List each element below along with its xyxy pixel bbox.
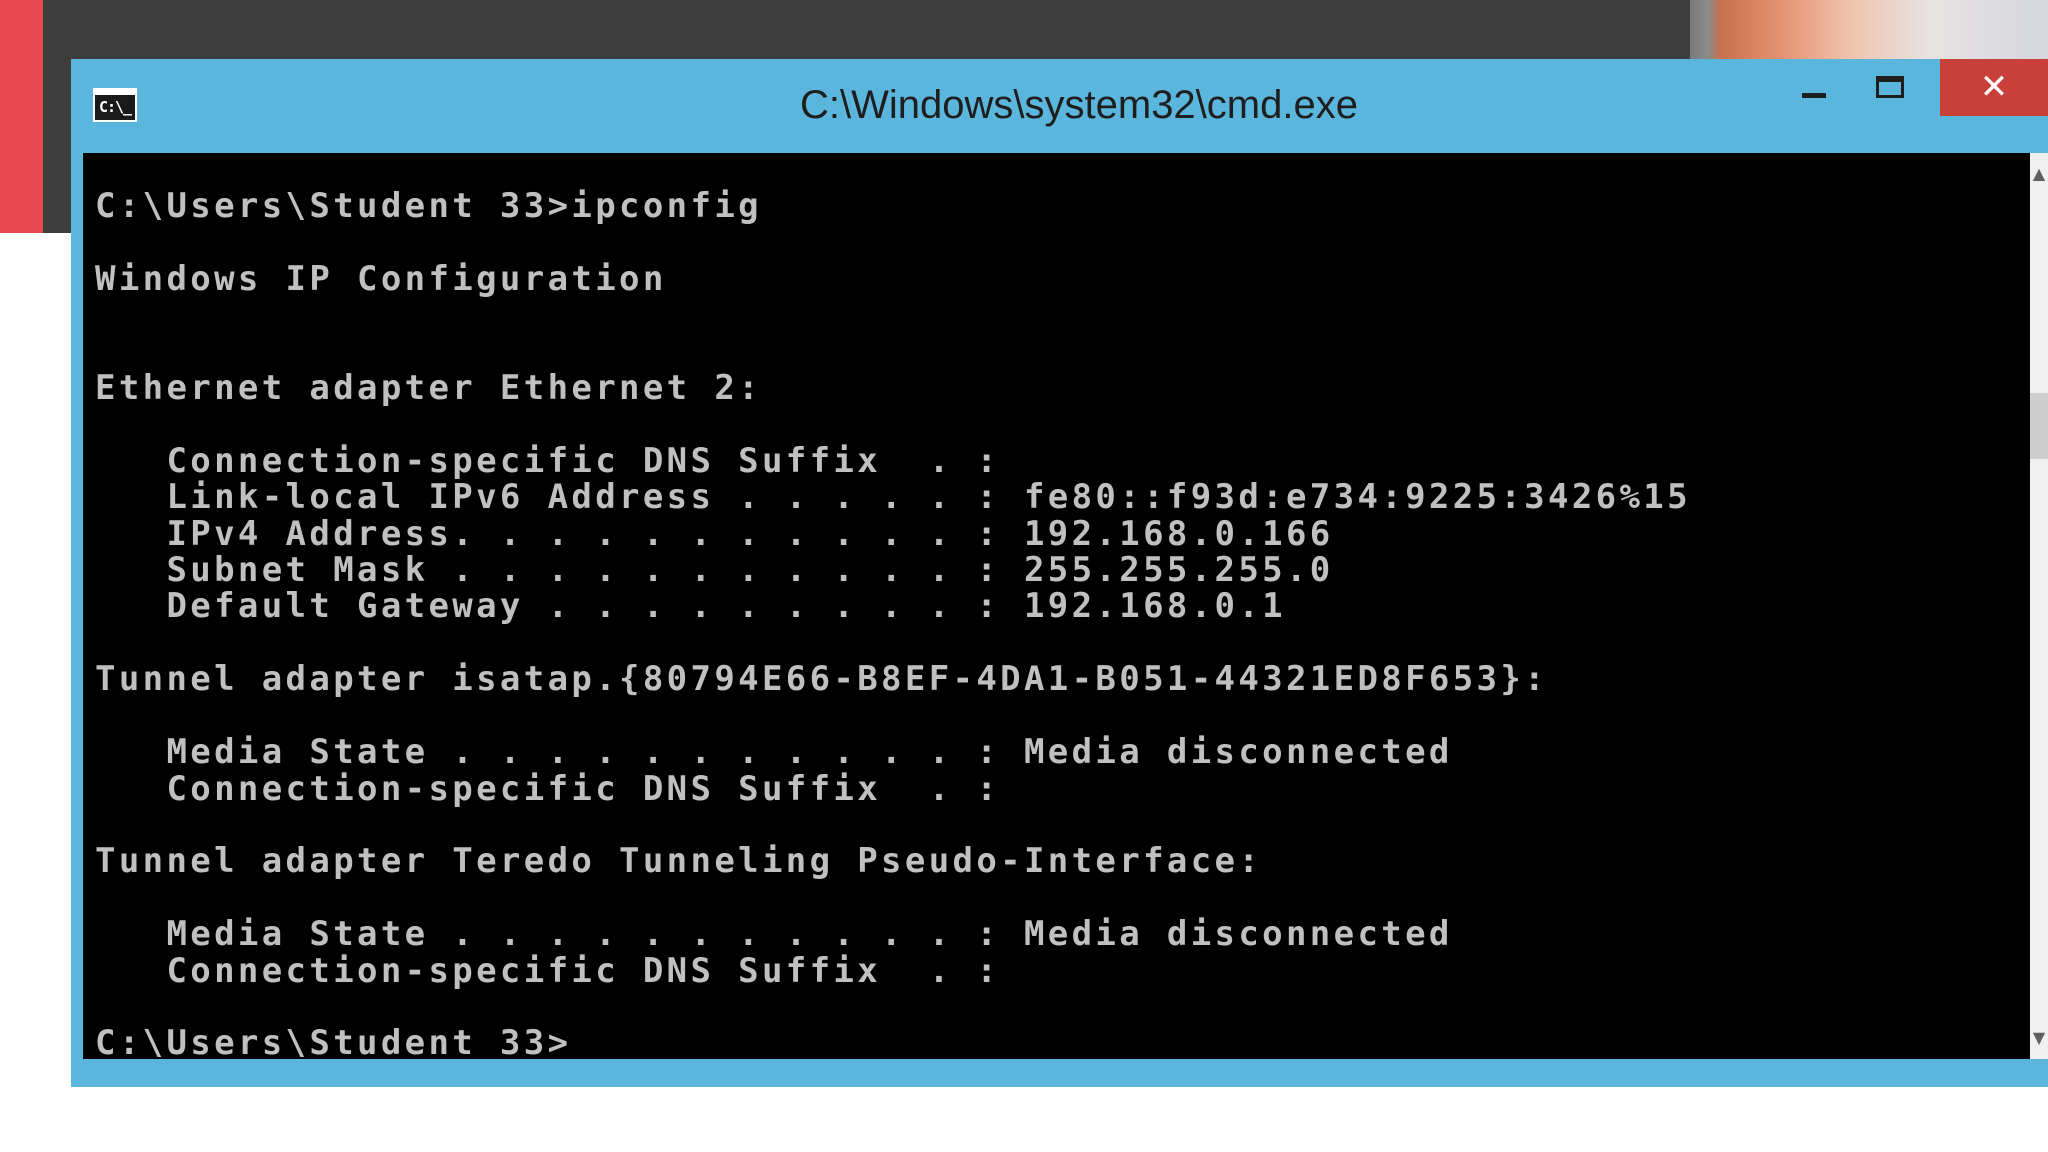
console-line: Subnet Mask . . . . . . . . . . . : 255.… xyxy=(95,550,1334,591)
console-line: Connection-specific DNS Suffix . : xyxy=(95,950,1001,991)
cmd-window: C:\_ C:\Windows\system32\cmd.exe ✕ C:\Us… xyxy=(71,59,2048,1087)
console-area[interactable]: C:\Users\Student 33>ipconfig Windows IP … xyxy=(83,153,2030,1059)
title-bar[interactable]: C:\_ C:\Windows\system32\cmd.exe ✕ xyxy=(71,59,2048,151)
console-output: C:\Users\Student 33>ipconfig Windows IP … xyxy=(95,188,1691,1059)
window-title: C:\Windows\system32\cmd.exe xyxy=(800,83,1358,127)
console-line: IPv4 Address. . . . . . . . . . . : 192.… xyxy=(95,513,1334,554)
console-line: Connection-specific DNS Suffix . : xyxy=(95,440,1001,481)
console-line: Connection-specific DNS Suffix . : xyxy=(95,768,1001,809)
desktop-accent-strip xyxy=(0,0,43,233)
minimize-button[interactable] xyxy=(1784,59,1844,151)
console-line: Link-local IPv6 Address . . . . . : fe80… xyxy=(95,477,1691,518)
console-line: Tunnel adapter Teredo Tunneling Pseudo-I… xyxy=(95,841,1263,882)
console-line: Media State . . . . . . . . . . . : Medi… xyxy=(95,914,1453,955)
close-button[interactable]: ✕ xyxy=(1940,59,2048,116)
console-line: Ethernet adapter Ethernet 2: xyxy=(95,368,762,409)
scroll-up-arrow-icon[interactable]: ▲ xyxy=(2030,161,2048,187)
console-line: Windows IP Configuration xyxy=(95,258,667,299)
scroll-thumb[interactable] xyxy=(2030,393,2048,459)
background-photo xyxy=(1690,0,2048,60)
console-line: Default Gateway . . . . . . . . . : 192.… xyxy=(95,586,1286,627)
console-line: C:\Users\Student 33> xyxy=(95,1023,572,1059)
console-line: C:\Users\Student 33>ipconfig xyxy=(95,186,762,226)
close-icon: ✕ xyxy=(1979,67,2009,107)
maximize-button[interactable] xyxy=(1851,59,1923,151)
console-line: Media State . . . . . . . . . . . : Medi… xyxy=(95,732,1453,773)
console-line: Tunnel adapter isatap.{80794E66-B8EF-4DA… xyxy=(95,659,1549,700)
scroll-down-arrow-icon[interactable]: ▼ xyxy=(2030,1025,2048,1051)
vertical-scrollbar[interactable]: ▲ ▼ xyxy=(2030,153,2048,1059)
